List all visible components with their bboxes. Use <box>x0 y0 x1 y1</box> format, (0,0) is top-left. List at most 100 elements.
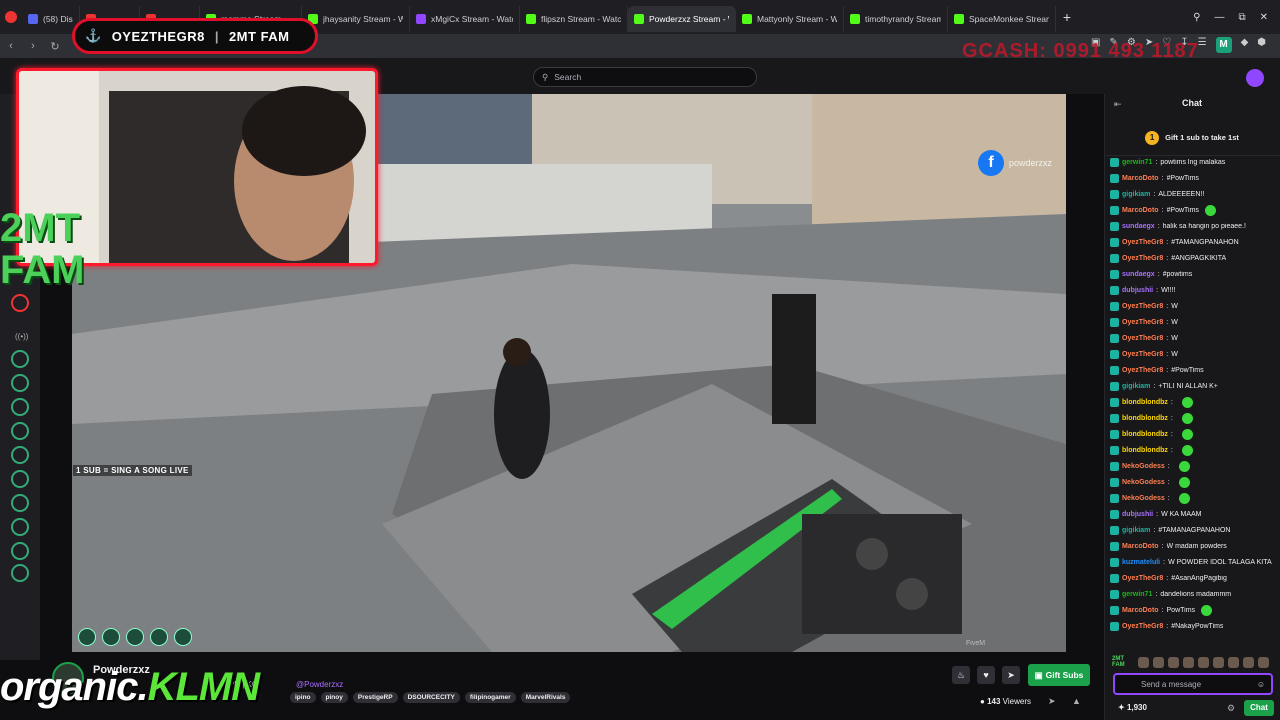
share-icon[interactable]: ➤ <box>1048 696 1056 707</box>
cube-icon[interactable]: ⬢ <box>1257 37 1266 53</box>
chat-username[interactable]: OyezTheGr8 <box>1122 623 1163 630</box>
browser-tab[interactable]: (58) Disc <box>22 6 80 32</box>
chat-username[interactable]: OyezTheGr8 <box>1122 303 1163 310</box>
user-badge-icon[interactable] <box>1110 573 1119 583</box>
user-badge-icon[interactable] <box>1110 205 1119 215</box>
chat-input[interactable]: Send a message ☺ <box>1113 673 1273 695</box>
rail-channel-avatar[interactable] <box>11 398 29 416</box>
user-badge-icon[interactable] <box>1110 173 1119 183</box>
forward-icon[interactable]: › <box>22 40 44 52</box>
browser-tab[interactable]: jhaysanity Stream - W <box>302 6 410 32</box>
chat-username[interactable]: NekoGodess <box>1122 463 1165 470</box>
user-badge-icon[interactable] <box>1110 493 1119 503</box>
chat-username[interactable]: blondblondbz <box>1122 431 1168 438</box>
user-avatar[interactable] <box>1246 69 1264 87</box>
rail-channel-avatar[interactable] <box>11 374 29 392</box>
new-tab-button[interactable]: + <box>1056 9 1078 25</box>
emote-icon[interactable] <box>1153 656 1164 668</box>
user-badge-icon[interactable] <box>1110 381 1119 391</box>
opera-icon[interactable] <box>0 0 22 34</box>
rail-channel-avatar[interactable] <box>11 494 29 512</box>
rail-channel-avatar[interactable] <box>11 446 29 464</box>
rail-channel-avatar[interactable] <box>11 564 29 582</box>
chat-username[interactable]: gigikiam <box>1122 527 1150 534</box>
follow-heart-button[interactable]: ♥ <box>977 666 995 684</box>
user-badge-icon[interactable] <box>1110 157 1119 167</box>
user-badge-icon[interactable] <box>1110 253 1119 263</box>
user-badge-icon[interactable] <box>1110 333 1119 343</box>
chat-username[interactable]: NekoGodess <box>1122 479 1165 486</box>
chat-username[interactable]: blondblondbz <box>1122 447 1168 454</box>
user-badge-icon[interactable] <box>1110 461 1119 471</box>
user-badge-icon[interactable] <box>1110 525 1119 535</box>
emote-icon[interactable] <box>1213 656 1224 668</box>
chat-username[interactable]: OyezTheGr8 <box>1122 239 1163 246</box>
user-badge-icon[interactable] <box>1110 477 1119 487</box>
diamond-icon[interactable]: ◆ <box>1241 37 1249 53</box>
user-badge-icon[interactable] <box>1110 589 1119 599</box>
chat-username[interactable]: dubjushii <box>1122 511 1153 518</box>
gift-leaderboard-bar[interactable]: 1 Gift 1 sub to take 1st <box>1104 120 1280 156</box>
emote-icon[interactable] <box>1228 656 1239 668</box>
chat-username[interactable]: MarcoDoto <box>1122 207 1159 214</box>
user-badge-icon[interactable] <box>1110 413 1119 423</box>
emote-icon[interactable] <box>1183 656 1194 668</box>
chat-username[interactable]: kuzmateluli <box>1122 559 1160 566</box>
chat-username[interactable]: sundaegx <box>1122 223 1155 230</box>
user-badge-icon[interactable] <box>1110 509 1119 519</box>
user-badge-icon[interactable] <box>1110 621 1119 631</box>
streamer-handle[interactable]: @Powderzxz <box>296 680 343 689</box>
chat-username[interactable]: dubjushii <box>1122 287 1153 294</box>
user-badge-icon[interactable] <box>1110 365 1119 375</box>
user-badge-icon[interactable] <box>1110 301 1119 311</box>
user-badge-icon[interactable] <box>1110 221 1119 231</box>
chat-username[interactable]: NekoGodess <box>1122 495 1165 502</box>
profile-icon[interactable]: M <box>1215 37 1232 53</box>
stream-tag[interactable]: ipino <box>290 692 316 703</box>
search-input[interactable]: ⚲ Search <box>533 67 757 87</box>
notification-bell-button[interactable]: ♨ <box>952 666 970 684</box>
chat-username[interactable]: MarcoDoto <box>1122 607 1159 614</box>
rail-channel-avatar[interactable] <box>11 294 29 312</box>
chat-username[interactable]: gigikiam <box>1122 191 1150 198</box>
browser-tab[interactable]: timothyrandy Stream <box>844 6 948 32</box>
emote-picker-icon[interactable]: ☺ <box>1257 680 1265 689</box>
chat-username[interactable]: MarcoDoto <box>1122 175 1159 182</box>
emote-icon[interactable] <box>1168 656 1179 668</box>
user-badge-icon[interactable] <box>1110 557 1119 567</box>
user-badge-icon[interactable] <box>1110 397 1119 407</box>
user-badge-icon[interactable] <box>1110 349 1119 359</box>
channel-points[interactable]: ✦ 1,930 <box>1118 703 1147 712</box>
rail-channel-avatar[interactable] <box>11 542 29 560</box>
rail-channel-avatar[interactable] <box>11 518 29 536</box>
rail-channel-avatar[interactable] <box>11 350 29 368</box>
minimize-icon[interactable]: — <box>1214 12 1224 23</box>
chat-username[interactable]: OyezTheGr8 <box>1122 575 1163 582</box>
chat-username[interactable]: MarcoDoto <box>1122 543 1159 550</box>
rail-channel-avatar[interactable] <box>11 470 29 488</box>
browser-tab[interactable]: Mattyonly Stream - Watc <box>736 6 844 32</box>
user-badge-icon[interactable] <box>1110 285 1119 295</box>
user-badge-icon[interactable] <box>1110 605 1119 615</box>
stream-tag[interactable]: filipinogamer <box>464 692 516 703</box>
close-window-icon[interactable]: ✕ <box>1260 12 1268 23</box>
search-tabs-icon[interactable]: ⚲ <box>1193 12 1200 23</box>
chat-username[interactable]: OyezTheGr8 <box>1122 335 1163 342</box>
browser-tab[interactable]: Powderzxz Stream - W <box>628 6 736 32</box>
chat-username[interactable]: sundaegx <box>1122 271 1155 278</box>
restore-icon[interactable]: ⧉ <box>1238 12 1245 23</box>
browser-tab[interactable]: SpaceMonkee Stream - W <box>948 6 1056 32</box>
chat-username[interactable]: gerwin71 <box>1122 591 1152 598</box>
emote-icon[interactable] <box>1258 656 1269 668</box>
stream-tag[interactable]: PrestigeRP <box>352 692 398 703</box>
user-badge-icon[interactable] <box>1110 237 1119 247</box>
stream-tag[interactable]: pinoy <box>320 692 348 703</box>
reload-icon[interactable]: ↻ <box>44 40 66 53</box>
stream-tag[interactable]: MarvelRivals <box>520 692 571 703</box>
report-icon[interactable]: ▲ <box>1072 696 1081 706</box>
emote-icon[interactable] <box>1198 656 1209 668</box>
user-badge-icon[interactable] <box>1110 269 1119 279</box>
chat-username[interactable]: OyezTheGr8 <box>1122 255 1163 262</box>
browser-tab[interactable]: flipszn Stream - Watch Li <box>520 6 628 32</box>
chat-username[interactable]: blondblondbz <box>1122 399 1168 406</box>
